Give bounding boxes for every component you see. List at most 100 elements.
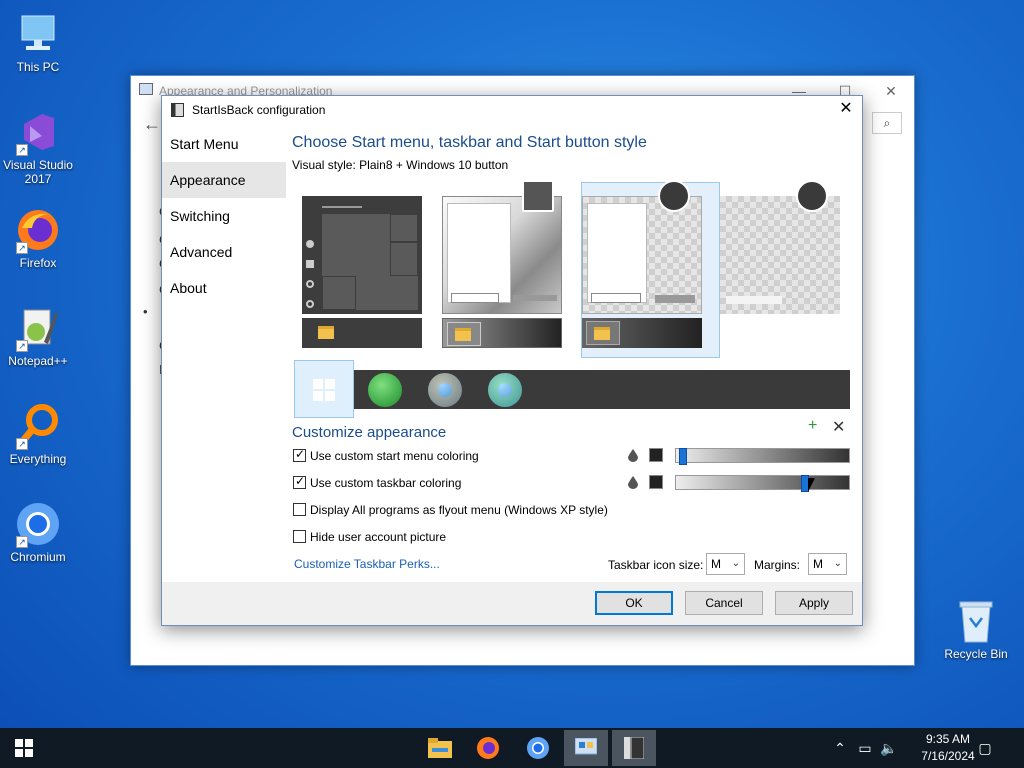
style-preview-transparent[interactable]: [720, 196, 840, 314]
customize-appearance-heading: Customize appearance: [292, 424, 447, 441]
desktop-icon-visual-studio[interactable]: ↗ Visual Studio 2017: [0, 108, 76, 186]
nav-item-advanced[interactable]: Advanced: [162, 234, 286, 270]
start-button-option-windows7[interactable]: [428, 373, 462, 407]
option-label: Display All programs as flyout menu (Win…: [310, 503, 608, 517]
nav-item-switching[interactable]: Switching: [162, 198, 286, 234]
windows-logo-icon: [15, 739, 33, 757]
desktop-icon-everything[interactable]: ↗ Everything: [0, 402, 76, 466]
option-xp-flyout[interactable]: Display All programs as flyout menu (Win…: [293, 503, 608, 517]
action-center-icon[interactable]: ▢: [972, 728, 998, 768]
recycle-bin-icon: [959, 601, 993, 643]
notepadpp-icon: ↗: [14, 304, 62, 352]
nav-item-start-menu[interactable]: Start Menu: [162, 126, 286, 162]
control-panel-icon: [575, 738, 597, 755]
close-button[interactable]: ✕: [868, 80, 914, 104]
taskbar-preview-selected[interactable]: [582, 318, 702, 348]
taskbar-file-explorer[interactable]: [418, 730, 462, 766]
shortcut-arrow-icon: ↗: [16, 144, 28, 156]
taskbar-color-swatch[interactable]: [649, 475, 663, 489]
folder-icon: [455, 328, 471, 341]
file-explorer-icon: [428, 738, 452, 758]
option-hide-user-picture[interactable]: Hide user account picture: [293, 530, 446, 544]
option-custom-taskbar-coloring[interactable]: Use custom taskbar coloring: [293, 474, 461, 490]
appearance-panel: Choose Start menu, taskbar and Start but…: [292, 124, 852, 172]
desktop-icon-label: Visual Studio: [3, 158, 73, 172]
desktop-icon-this-pc[interactable]: This PC: [0, 10, 76, 74]
startisback-icon: [171, 103, 184, 117]
desktop-icon-chromium[interactable]: ↗ Chromium: [0, 500, 76, 564]
ok-button[interactable]: OK: [595, 591, 673, 615]
start-button-option-windows10[interactable]: [294, 360, 354, 418]
desktop-icon-label: Chromium: [10, 550, 66, 564]
mouse-cursor-icon: [808, 478, 822, 492]
shortcut-arrow-icon: ↗: [16, 242, 28, 254]
chevron-down-icon: ⌄: [833, 558, 842, 569]
remove-style-button[interactable]: ✕: [832, 417, 845, 437]
slider-thumb[interactable]: [679, 448, 688, 465]
style-preview-windows10[interactable]: [302, 196, 422, 314]
taskbar: ⌃ ▭ 🔈 9:35 AM 7/16/2024 ▢: [0, 728, 1024, 768]
user-avatar-icon: [522, 180, 554, 212]
start-menu-color-swatch[interactable]: [649, 448, 663, 462]
start-button-styles: [294, 360, 850, 418]
desktop-icon-label: Recycle Bin: [944, 647, 1008, 661]
startisback-config-dialog: StartIsBack configuration ✕ Start Menu A…: [161, 95, 863, 626]
checkbox[interactable]: [293, 530, 306, 543]
start-button[interactable]: [0, 728, 48, 768]
transparency-drop-icon: [628, 476, 638, 489]
desktop-icon-firefox[interactable]: ↗ Firefox: [0, 206, 76, 270]
settings-nav: Start Menu Appearance Switching Advanced…: [162, 126, 286, 306]
folder-icon: [318, 326, 334, 339]
computer-icon: [14, 10, 62, 58]
taskbar-chromium[interactable]: [516, 730, 560, 766]
checkbox[interactable]: [293, 503, 306, 516]
user-avatar-icon: [658, 180, 690, 212]
add-style-button[interactable]: +: [808, 417, 817, 435]
clock[interactable]: 9:35 AM 7/16/2024: [916, 731, 980, 765]
bullet: •: [143, 304, 148, 319]
taskbar-icon-size-label: Taskbar icon size:: [608, 558, 704, 572]
shortcut-arrow-icon: ↗: [16, 438, 28, 450]
network-icon[interactable]: ▭: [854, 728, 876, 768]
margins-label: Margins:: [754, 558, 801, 572]
start-button-option-windows7-alt[interactable]: [488, 373, 522, 407]
taskbar-preview-windows10[interactable]: [302, 318, 422, 348]
desktop-icon-recycle-bin[interactable]: Recycle Bin: [940, 600, 1012, 661]
taskbar-startisback[interactable]: [612, 730, 656, 766]
transparency-drop-icon: [628, 449, 638, 462]
desktop-icon-label: Everything: [9, 452, 67, 466]
cancel-button[interactable]: Cancel: [685, 591, 763, 615]
chevron-down-icon: ⌄: [731, 558, 740, 569]
dialog-titlebar: StartIsBack configuration ✕: [162, 96, 862, 124]
taskbar-firefox[interactable]: [466, 730, 510, 766]
user-avatar-icon: [796, 180, 828, 212]
dialog-title: StartIsBack configuration: [192, 103, 326, 117]
back-arrow-icon[interactable]: ←: [143, 114, 161, 135]
taskbar-preview-gradient[interactable]: [442, 318, 562, 348]
apply-button[interactable]: Apply: [775, 591, 853, 615]
taskbar-control-panel[interactable]: [564, 730, 608, 766]
checkbox[interactable]: [293, 474, 306, 489]
nav-item-about[interactable]: About: [162, 270, 286, 306]
desktop-icon-notepadpp[interactable]: ↗ Notepad++: [0, 304, 76, 368]
customize-taskbar-perks-link[interactable]: Customize Taskbar Perks...: [294, 557, 440, 571]
dialog-close-button[interactable]: ✕: [834, 98, 858, 122]
margins-dropdown[interactable]: M ⌄: [808, 553, 847, 575]
style-preview-plain8-gradient[interactable]: [442, 196, 562, 314]
search-icon[interactable]: ⌕: [872, 112, 902, 134]
everything-search-icon: ↗: [14, 402, 62, 450]
nav-item-appearance[interactable]: Appearance: [162, 162, 286, 198]
desktop-icon-label: Firefox: [19, 256, 57, 270]
tray-chevron-up-icon[interactable]: ⌃: [830, 728, 850, 768]
start-button-option-clover[interactable]: [368, 373, 402, 407]
style-preview-plain8-selected[interactable]: [582, 196, 702, 314]
taskbar-icon-size-dropdown[interactable]: M ⌄: [706, 553, 745, 575]
desktop-icon-label: Notepad++: [8, 354, 68, 368]
start-menu-transparency-slider[interactable]: [675, 448, 850, 465]
volume-muted-icon[interactable]: 🔈: [878, 728, 900, 768]
dialog-button-bar: OK Cancel Apply: [162, 582, 862, 625]
folder-icon: [594, 327, 610, 340]
option-custom-start-menu-coloring[interactable]: Use custom start menu coloring: [293, 447, 479, 463]
taskbar-transparency-slider[interactable]: [675, 475, 850, 492]
checkbox[interactable]: [293, 447, 306, 462]
